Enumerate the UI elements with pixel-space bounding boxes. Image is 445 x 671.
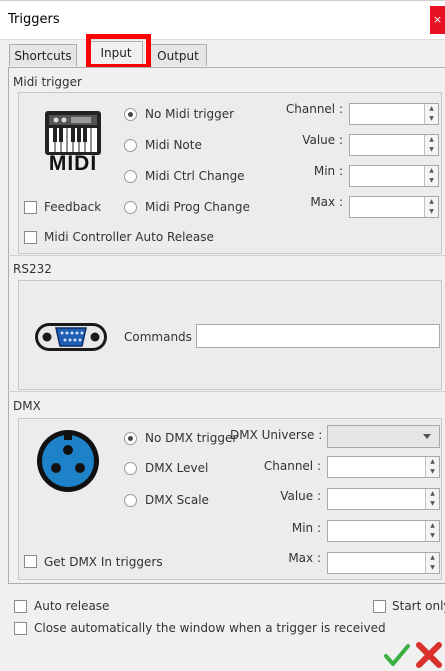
commands-input[interactable] bbox=[196, 324, 440, 348]
radio-no-midi-trigger[interactable] bbox=[124, 108, 137, 121]
dmx-min-label: Min : bbox=[291, 521, 321, 535]
spinner-arrows-icon[interactable]: ▲ ▼ bbox=[424, 104, 438, 124]
midi-controller-auto-release-checkbox[interactable] bbox=[24, 231, 37, 244]
tab-shortcuts[interactable]: Shortcuts bbox=[9, 44, 77, 66]
spinner-arrows-icon[interactable]: ▲ ▼ bbox=[424, 135, 438, 155]
start-only-label: Start only bbox=[392, 599, 445, 613]
radio-midi-prog-change-label: Midi Prog Change bbox=[145, 200, 250, 214]
close-button[interactable]: × bbox=[430, 6, 445, 34]
dmx-value-label: Value : bbox=[280, 489, 321, 503]
midi-value-label: Value : bbox=[302, 133, 343, 147]
radio-dmx-level-label: DMX Level bbox=[145, 461, 209, 475]
midi-min-label: Min : bbox=[313, 164, 343, 178]
window-title: Triggers bbox=[8, 12, 60, 27]
close-automatically-checkbox[interactable] bbox=[14, 622, 27, 635]
feedback-checkbox[interactable] bbox=[24, 201, 37, 214]
radio-dmx-level[interactable] bbox=[124, 462, 137, 475]
spinner-arrows-icon[interactable]: ▲ ▼ bbox=[425, 553, 439, 573]
midi-value-spinbox[interactable]: ▲ ▼ bbox=[349, 134, 439, 156]
close-x-icon bbox=[416, 642, 442, 668]
radio-midi-ctrl-change-label: Midi Ctrl Change bbox=[145, 169, 245, 183]
dmx-section-label: DMX bbox=[13, 399, 41, 413]
section-divider bbox=[8, 255, 445, 256]
radio-no-dmx-trigger[interactable] bbox=[124, 432, 137, 445]
spinner-arrows-icon[interactable]: ▲ ▼ bbox=[425, 521, 439, 541]
ok-checkmark-button[interactable] bbox=[384, 643, 410, 667]
dmx-max-spinbox[interactable]: ▲ ▼ bbox=[327, 552, 440, 574]
chevron-down-icon[interactable] bbox=[423, 434, 431, 439]
midi-controller-auto-release-label: Midi Controller Auto Release bbox=[44, 230, 214, 244]
midi-min-spinbox[interactable]: ▲ ▼ bbox=[349, 165, 439, 187]
spinner-arrows-icon[interactable]: ▲ ▼ bbox=[424, 166, 438, 186]
radio-no-dmx-trigger-label: No DMX trigger bbox=[145, 431, 238, 445]
dmx-max-label: Max : bbox=[288, 551, 321, 565]
midi-channel-label: Channel : bbox=[285, 102, 343, 116]
tab-highlight-box bbox=[86, 34, 151, 69]
midi-channel-spinbox[interactable]: ▲ ▼ bbox=[349, 103, 439, 125]
midi-max-spinbox[interactable]: ▲ ▼ bbox=[349, 196, 439, 218]
spinner-arrows-icon[interactable]: ▲ ▼ bbox=[425, 489, 439, 509]
dmx-universe-dropdown[interactable] bbox=[327, 425, 440, 448]
midi-keyboard-icon: MIDI bbox=[44, 110, 102, 175]
checkmark-icon bbox=[384, 644, 410, 666]
midi-logo-text: MIDI bbox=[48, 152, 98, 175]
auto-release-label: Auto release bbox=[34, 599, 110, 613]
commands-label: Commands : bbox=[124, 330, 200, 344]
section-divider bbox=[8, 391, 445, 392]
spinner-arrows-icon[interactable]: ▲ ▼ bbox=[424, 197, 438, 217]
start-only-checkbox[interactable] bbox=[373, 600, 386, 613]
dmx-connector-icon bbox=[35, 428, 101, 494]
get-dmx-in-triggers-label: Get DMX In triggers bbox=[44, 555, 163, 569]
dmx-channel-label: Channel : bbox=[263, 459, 321, 473]
get-dmx-in-triggers-checkbox[interactable] bbox=[24, 555, 37, 568]
dmx-min-spinbox[interactable]: ▲ ▼ bbox=[327, 520, 440, 542]
close-automatically-label: Close automatically the window when a tr… bbox=[34, 621, 386, 635]
radio-dmx-scale-label: DMX Scale bbox=[145, 493, 209, 507]
radio-midi-note-label: Midi Note bbox=[145, 138, 202, 152]
dmx-channel-spinbox[interactable]: ▲ ▼ bbox=[327, 456, 440, 478]
auto-release-checkbox[interactable] bbox=[14, 600, 27, 613]
radio-midi-prog-change[interactable] bbox=[124, 201, 137, 214]
title-bar bbox=[0, 0, 445, 40]
radio-midi-ctrl-change[interactable] bbox=[124, 170, 137, 183]
dmx-universe-label: DMX Universe : bbox=[230, 428, 323, 442]
radio-midi-note[interactable] bbox=[124, 139, 137, 152]
cancel-x-button[interactable] bbox=[415, 642, 443, 668]
radio-no-midi-trigger-label: No Midi trigger bbox=[145, 107, 235, 121]
rs232-section-label: RS232 bbox=[13, 262, 52, 276]
tab-output[interactable]: Output bbox=[149, 44, 207, 66]
midi-max-label: Max : bbox=[310, 195, 343, 209]
dmx-value-spinbox[interactable]: ▲ ▼ bbox=[327, 488, 440, 510]
feedback-label: Feedback bbox=[44, 200, 102, 214]
serial-port-icon bbox=[34, 320, 108, 354]
spinner-arrows-icon[interactable]: ▲ ▼ bbox=[425, 457, 439, 477]
radio-dmx-scale[interactable] bbox=[124, 494, 137, 507]
midi-section-label: Midi trigger bbox=[13, 75, 82, 89]
